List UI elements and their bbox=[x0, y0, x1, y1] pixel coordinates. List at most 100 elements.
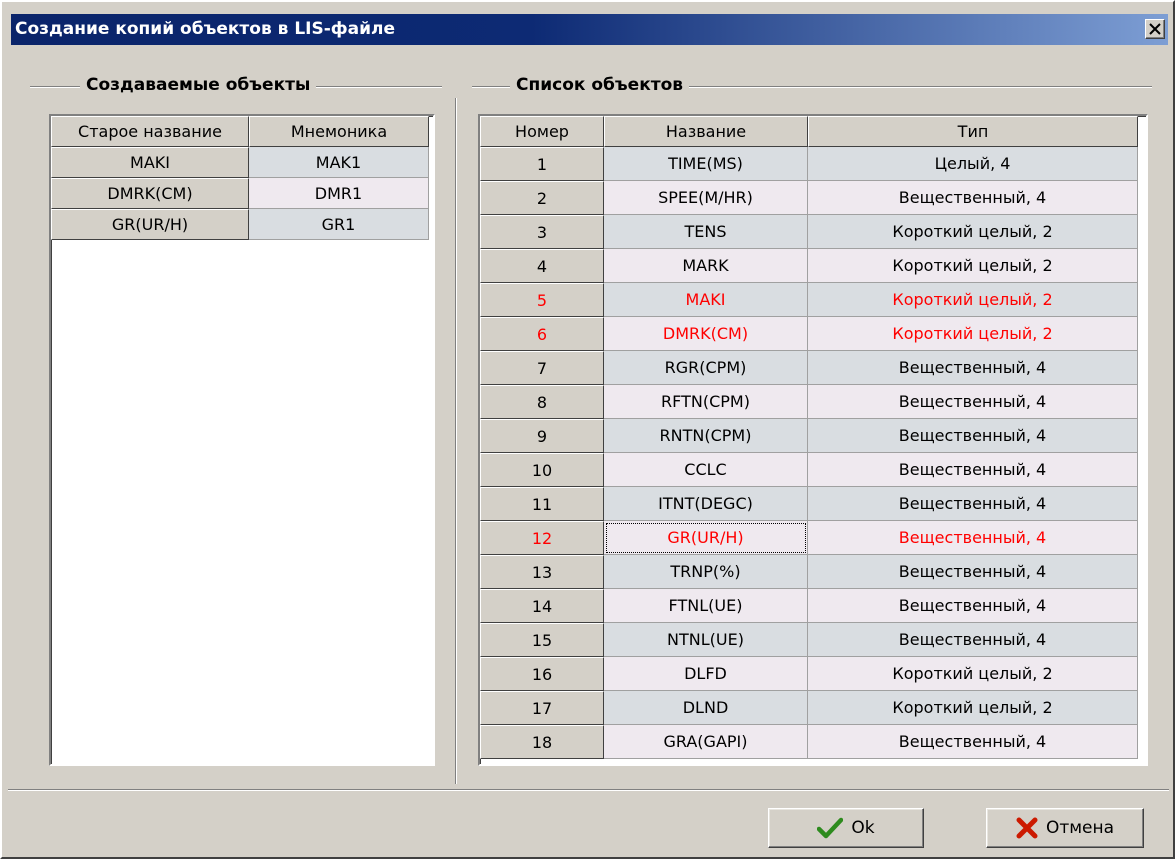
table-row[interactable]: 8 RFTN(CPM) Вещественный, 4 bbox=[480, 385, 1138, 419]
type-cell[interactable]: Вещественный, 4 bbox=[808, 351, 1138, 385]
type-cell[interactable]: Вещественный, 4 bbox=[808, 521, 1138, 555]
number-cell[interactable]: 14 bbox=[480, 589, 604, 623]
table-row[interactable]: 11 ITNT(DEGC) Вещественный, 4 bbox=[480, 487, 1138, 521]
type-cell[interactable]: Вещественный, 4 bbox=[808, 487, 1138, 521]
table-row[interactable]: 10 CCLC Вещественный, 4 bbox=[480, 453, 1138, 487]
table-row[interactable]: GR(UR/H) GR1 bbox=[51, 209, 429, 240]
cancel-button-label: Отмена bbox=[1045, 818, 1115, 838]
type-cell[interactable]: Короткий целый, 2 bbox=[808, 317, 1138, 351]
number-cell[interactable]: 4 bbox=[480, 249, 604, 283]
type-cell[interactable]: Вещественный, 4 bbox=[808, 589, 1138, 623]
checkmark-icon bbox=[817, 817, 844, 839]
number-cell[interactable]: 10 bbox=[480, 453, 604, 487]
name-cell[interactable]: GR(UR/H) bbox=[604, 521, 808, 555]
column-header[interactable]: Тип bbox=[808, 116, 1138, 147]
name-cell[interactable]: SPEE(M/HR) bbox=[604, 181, 808, 215]
table-row[interactable]: 3 TENS Короткий целый, 2 bbox=[480, 215, 1138, 249]
name-cell[interactable]: RNTN(CPM) bbox=[604, 419, 808, 453]
name-cell[interactable]: TIME(MS) bbox=[604, 147, 808, 181]
name-cell[interactable]: CCLC bbox=[604, 453, 808, 487]
number-cell[interactable]: 5 bbox=[480, 283, 604, 317]
type-cell[interactable]: Короткий целый, 2 bbox=[808, 249, 1138, 283]
table-row[interactable]: 16 DLFD Короткий целый, 2 bbox=[480, 657, 1138, 691]
number-cell[interactable]: 15 bbox=[480, 623, 604, 657]
table-row[interactable]: 14 FTNL(UE) Вещественный, 4 bbox=[480, 589, 1138, 623]
table-row[interactable]: DMRK(CM) DMR1 bbox=[51, 178, 429, 209]
table-row[interactable]: 2 SPEE(M/HR) Вещественный, 4 bbox=[480, 181, 1138, 215]
column-header[interactable]: Название bbox=[604, 116, 808, 147]
name-cell[interactable]: RGR(CPM) bbox=[604, 351, 808, 385]
table-row[interactable]: 6 DMRK(CM) Короткий целый, 2 bbox=[480, 317, 1138, 351]
type-cell[interactable]: Целый, 4 bbox=[808, 147, 1138, 181]
type-cell[interactable]: Короткий целый, 2 bbox=[808, 691, 1138, 725]
table-row[interactable]: 9 RNTN(CPM) Вещественный, 4 bbox=[480, 419, 1138, 453]
left-group-label: Создаваемые объекты bbox=[80, 75, 317, 95]
type-cell[interactable]: Короткий целый, 2 bbox=[808, 283, 1138, 317]
column-header[interactable]: Мнемоника bbox=[249, 116, 429, 147]
old-name-cell[interactable]: DMRK(CM) bbox=[51, 178, 249, 209]
table-row[interactable]: 7 RGR(CPM) Вещественный, 4 bbox=[480, 351, 1138, 385]
mnemonic-cell[interactable]: GR1 bbox=[249, 209, 429, 240]
created-objects-grid[interactable]: Старое название Мнемоника MAKI MAK1 DMRK(CM)… bbox=[49, 114, 435, 766]
table-row[interactable]: 13 TRNP(%) Вещественный, 4 bbox=[480, 555, 1138, 589]
name-cell[interactable]: NTNL(UE) bbox=[604, 623, 808, 657]
objects-list-grid[interactable]: Номер Название Тип 1 TIME(MS) Целый, 4 2 SPEE(M… bbox=[478, 114, 1148, 766]
name-cell[interactable]: ITNT(DEGC) bbox=[604, 487, 808, 521]
x-mark-icon bbox=[1016, 817, 1038, 839]
number-cell[interactable]: 18 bbox=[480, 725, 604, 759]
table-row[interactable]: 12 GR(UR/H) Вещественный, 4 bbox=[480, 521, 1138, 555]
name-cell[interactable]: GRA(GAPI) bbox=[604, 725, 808, 759]
table-row[interactable]: 18 GRA(GAPI) Вещественный, 4 bbox=[480, 725, 1138, 759]
table-row[interactable]: 15 NTNL(UE) Вещественный, 4 bbox=[480, 623, 1138, 657]
number-cell[interactable]: 2 bbox=[480, 181, 604, 215]
name-cell[interactable]: MAKI bbox=[604, 283, 808, 317]
table-row[interactable]: 17 DLND Короткий целый, 2 bbox=[480, 691, 1138, 725]
number-cell[interactable]: 11 bbox=[480, 487, 604, 521]
type-cell[interactable]: Короткий целый, 2 bbox=[808, 657, 1138, 691]
column-header[interactable]: Старое название bbox=[51, 116, 249, 147]
number-cell[interactable]: 6 bbox=[480, 317, 604, 351]
type-cell[interactable]: Вещественный, 4 bbox=[808, 181, 1138, 215]
mnemonic-cell[interactable]: MAK1 bbox=[249, 147, 429, 178]
table-row[interactable]: 5 MAKI Короткий целый, 2 bbox=[480, 283, 1138, 317]
number-cell[interactable]: 1 bbox=[480, 147, 604, 181]
type-cell[interactable]: Вещественный, 4 bbox=[808, 725, 1138, 759]
type-cell[interactable]: Вещественный, 4 bbox=[808, 385, 1138, 419]
table-row[interactable]: MAKI MAK1 bbox=[51, 147, 429, 178]
number-cell[interactable]: 12 bbox=[480, 521, 604, 555]
number-cell[interactable]: 7 bbox=[480, 351, 604, 385]
name-cell[interactable]: DLND bbox=[604, 691, 808, 725]
type-cell[interactable]: Вещественный, 4 bbox=[808, 555, 1138, 589]
number-cell[interactable]: 17 bbox=[480, 691, 604, 725]
left-header-row: Старое название Мнемоника bbox=[51, 116, 429, 147]
ok-button[interactable]: Ok bbox=[768, 808, 924, 848]
name-cell[interactable]: DMRK(CM) bbox=[604, 317, 808, 351]
name-cell[interactable]: FTNL(UE) bbox=[604, 589, 808, 623]
name-cell[interactable]: DLFD bbox=[604, 657, 808, 691]
right-group-label: Список объектов bbox=[510, 75, 690, 95]
window-title: Создание копий объектов в LIS-файле bbox=[15, 19, 396, 39]
cancel-button[interactable]: Отмена bbox=[986, 808, 1144, 848]
table-row[interactable]: 1 TIME(MS) Целый, 4 bbox=[480, 147, 1138, 181]
number-cell[interactable]: 9 bbox=[480, 419, 604, 453]
number-cell[interactable]: 3 bbox=[480, 215, 604, 249]
mnemonic-cell[interactable]: DMR1 bbox=[249, 178, 429, 209]
name-cell[interactable]: RFTN(CPM) bbox=[604, 385, 808, 419]
table-row[interactable]: 4 MARK Короткий целый, 2 bbox=[480, 249, 1138, 283]
name-cell[interactable]: TENS bbox=[604, 215, 808, 249]
type-cell[interactable]: Вещественный, 4 bbox=[808, 453, 1138, 487]
type-cell[interactable]: Вещественный, 4 bbox=[808, 623, 1138, 657]
name-cell[interactable]: MARK bbox=[604, 249, 808, 283]
number-cell[interactable]: 16 bbox=[480, 657, 604, 691]
title-bar[interactable]: Создание копий объектов в LIS-файле bbox=[11, 14, 1168, 45]
old-name-cell[interactable]: GR(UR/H) bbox=[51, 209, 249, 240]
old-name-cell[interactable]: MAKI bbox=[51, 147, 249, 178]
name-cell[interactable]: TRNP(%) bbox=[604, 555, 808, 589]
close-button[interactable] bbox=[1145, 19, 1165, 39]
number-cell[interactable]: 8 bbox=[480, 385, 604, 419]
type-cell[interactable]: Вещественный, 4 bbox=[808, 419, 1138, 453]
group-separator bbox=[455, 98, 457, 784]
column-header[interactable]: Номер bbox=[480, 116, 604, 147]
number-cell[interactable]: 13 bbox=[480, 555, 604, 589]
type-cell[interactable]: Короткий целый, 2 bbox=[808, 215, 1138, 249]
